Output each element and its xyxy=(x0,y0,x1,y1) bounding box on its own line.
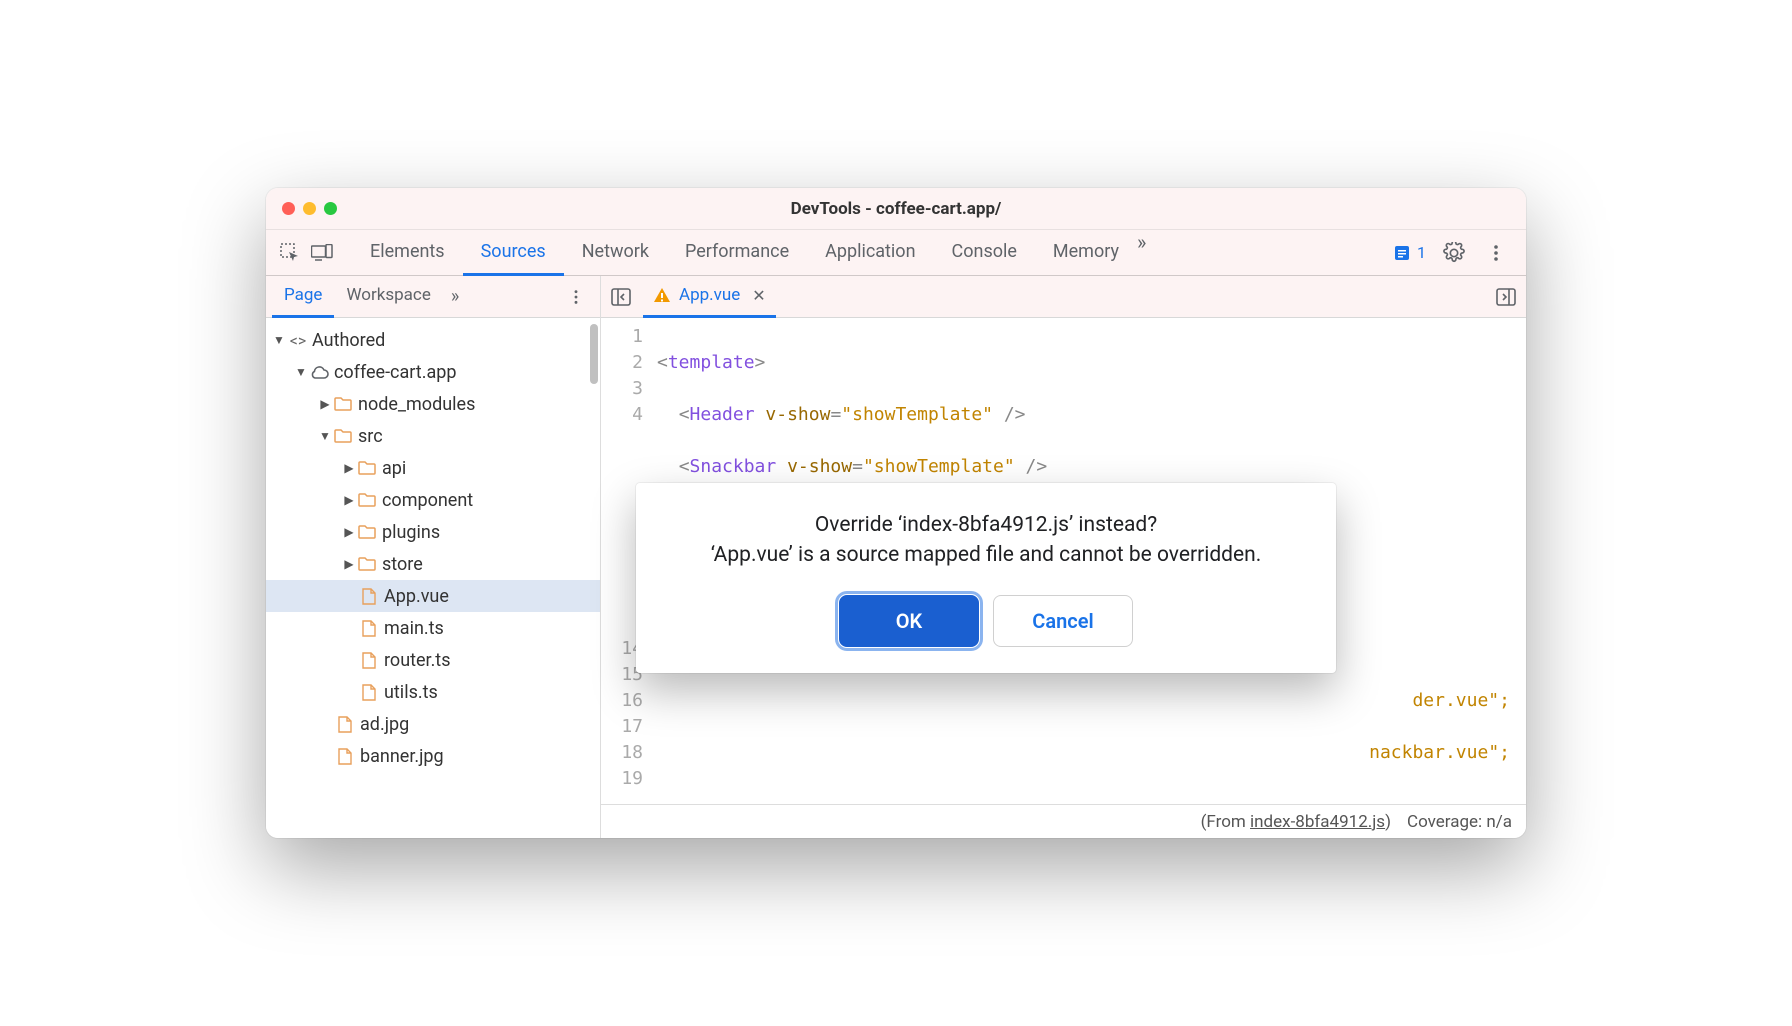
folder-icon xyxy=(332,397,354,411)
more-tabs-icon[interactable]: » xyxy=(1137,230,1146,276)
tree-label: ad.jpg xyxy=(360,714,409,735)
settings-icon[interactable] xyxy=(1440,239,1468,267)
close-tab-icon[interactable]: ✕ xyxy=(752,286,765,305)
tree-node-api[interactable]: ▶ api xyxy=(266,452,600,484)
tab-application[interactable]: Application xyxy=(807,230,933,276)
tree-node-src[interactable]: ▼ src xyxy=(266,420,600,452)
tree-node-ad-jpg[interactable]: ad.jpg xyxy=(266,708,600,740)
tree-node-authored[interactable]: ▼ < > Authored xyxy=(266,324,600,356)
folder-icon xyxy=(356,525,378,539)
toggle-navigator-icon[interactable] xyxy=(607,283,635,311)
file-icon xyxy=(358,620,380,637)
cloud-icon xyxy=(308,365,330,379)
tab-elements[interactable]: Elements xyxy=(352,230,463,276)
navigator-tab-page[interactable]: Page xyxy=(272,276,334,318)
tab-sources[interactable]: Sources xyxy=(463,230,564,276)
editor-statusbar: (From index-8bfa4912.js) Coverage: n/a xyxy=(601,804,1526,838)
toolbar-right: 1 xyxy=(1393,239,1516,267)
window-title: DevTools - coffee-cart.app/ xyxy=(266,199,1526,219)
inspect-element-icon[interactable] xyxy=(276,239,304,267)
brackets-icon: < > xyxy=(286,331,308,350)
tree-node-app-vue[interactable]: App.vue xyxy=(266,580,600,612)
source-map-link[interactable]: index-8bfa4912.js xyxy=(1250,812,1385,832)
dialog-subtitle: ‘App.vue’ is a source mapped file and ca… xyxy=(666,543,1306,567)
navigator-more-tabs-icon[interactable]: » xyxy=(451,286,459,307)
tab-performance[interactable]: Performance xyxy=(667,230,807,276)
tree-node-store[interactable]: ▶ store xyxy=(266,548,600,580)
tree-node-utils-ts[interactable]: utils.ts xyxy=(266,676,600,708)
maximize-window-button[interactable] xyxy=(324,202,337,215)
editor-tab-app-vue[interactable]: App.vue ✕ xyxy=(643,276,776,318)
tree-label: utils.ts xyxy=(384,682,438,703)
tree-node-router-ts[interactable]: router.ts xyxy=(266,644,600,676)
folder-icon xyxy=(356,557,378,571)
minimize-window-button[interactable] xyxy=(303,202,316,215)
tree-label: store xyxy=(382,554,423,575)
file-icon xyxy=(358,684,380,701)
tab-network[interactable]: Network xyxy=(564,230,667,276)
override-dialog: Override ‘index-8bfa4912.js’ instead? ‘A… xyxy=(636,483,1336,673)
tree-label: router.ts xyxy=(384,650,451,671)
tree-label: coffee-cart.app xyxy=(334,362,456,383)
file-tree[interactable]: ▼ < > Authored ▼ coffee-cart.app ▶ xyxy=(266,318,600,838)
issues-count: 1 xyxy=(1417,243,1426,262)
main-toolbar: Elements Sources Network Performance App… xyxy=(266,230,1526,276)
folder-icon xyxy=(356,461,378,475)
tree-label: src xyxy=(358,426,383,447)
tree-node-node-modules[interactable]: ▶ node_modules xyxy=(266,388,600,420)
navigator-tabs: Page Workspace » xyxy=(266,276,600,318)
tree-node-banner-jpg[interactable]: banner.jpg xyxy=(266,740,600,772)
folder-icon xyxy=(356,493,378,507)
issues-button[interactable]: 1 xyxy=(1393,243,1426,262)
tree-label: node_modules xyxy=(358,394,475,415)
tree-label: plugins xyxy=(382,522,440,543)
tree-label: Authored xyxy=(312,330,385,351)
ok-button[interactable]: OK xyxy=(839,595,979,647)
tree-node-plugins[interactable]: ▶ plugins xyxy=(266,516,600,548)
file-icon xyxy=(358,588,380,605)
editor-tab-label: App.vue xyxy=(679,285,740,305)
coverage-status: Coverage: n/a xyxy=(1407,812,1512,832)
editor-tabs: App.vue ✕ xyxy=(601,276,1526,318)
source-map-origin: (From index-8bfa4912.js) xyxy=(1201,812,1391,832)
kebab-menu-icon[interactable] xyxy=(1482,239,1510,267)
traffic-lights xyxy=(282,202,337,215)
scrollbar-thumb[interactable] xyxy=(590,324,598,384)
device-toolbar-icon[interactable] xyxy=(308,239,336,267)
tab-memory[interactable]: Memory xyxy=(1035,230,1137,276)
cancel-button[interactable]: Cancel xyxy=(993,595,1133,647)
tree-node-components[interactable]: ▶ component xyxy=(266,484,600,516)
navigator-kebab-icon[interactable] xyxy=(558,289,594,305)
file-icon xyxy=(334,748,356,765)
panel-tabs: Elements Sources Network Performance App… xyxy=(352,230,1389,276)
warning-icon xyxy=(653,287,671,303)
folder-icon xyxy=(332,429,354,443)
tree-label: api xyxy=(382,458,406,479)
close-window-button[interactable] xyxy=(282,202,295,215)
navigator-sidebar: Page Workspace » ▼ < > Authored ▼ xyxy=(266,276,601,838)
tree-label: component xyxy=(382,490,473,511)
dialog-title: Override ‘index-8bfa4912.js’ instead? xyxy=(666,513,1306,537)
titlebar: DevTools - coffee-cart.app/ xyxy=(266,188,1526,230)
tree-label: App.vue xyxy=(384,586,449,607)
tree-node-domain[interactable]: ▼ coffee-cart.app xyxy=(266,356,600,388)
navigator-tab-workspace[interactable]: Workspace xyxy=(334,276,442,318)
devtools-window: DevTools - coffee-cart.app/ Elements Sou… xyxy=(266,188,1526,838)
tree-label: banner.jpg xyxy=(360,746,444,767)
tree-node-main-ts[interactable]: main.ts xyxy=(266,612,600,644)
tab-console[interactable]: Console xyxy=(934,230,1035,276)
file-icon xyxy=(334,716,356,733)
file-icon xyxy=(358,652,380,669)
toggle-debugger-icon[interactable] xyxy=(1492,283,1520,311)
tree-label: main.ts xyxy=(384,618,444,639)
